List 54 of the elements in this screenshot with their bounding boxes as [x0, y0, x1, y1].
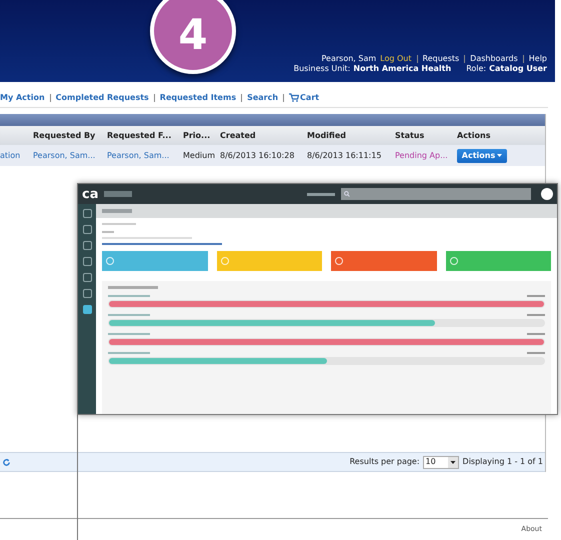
- column-header[interactable]: Actions: [457, 130, 545, 142]
- status-tile[interactable]: [446, 251, 551, 271]
- tile-icon: [106, 257, 114, 265]
- user-name: Pearson, Sam: [322, 54, 376, 64]
- column-header[interactable]: Requested By: [33, 130, 107, 142]
- nav-link[interactable]: Requested Items: [160, 92, 236, 104]
- header-link[interactable]: Dashboards: [470, 54, 518, 64]
- actions-button[interactable]: Actions: [457, 148, 507, 162]
- status-tile[interactable]: [331, 251, 436, 271]
- status-tile[interactable]: [102, 251, 208, 271]
- tile-icon: [220, 257, 228, 265]
- table-row[interactable]: ation Pearson, Sam... Pearson, Sam... Medium 8/6/2013 16:10:28 8/6/2013 16:11:15 Pending Ap... Actions: [0, 145, 545, 166]
- role-label: Role:: [466, 64, 486, 74]
- table-cell-text: ation: [0, 150, 22, 162]
- search-icon: [344, 191, 350, 197]
- logo: ca: [82, 188, 98, 200]
- business-unit-value: North America Health: [353, 64, 452, 74]
- column-header[interactable]: Requested F...: [107, 130, 183, 142]
- cart-icon: [289, 93, 300, 102]
- refresh-icon[interactable]: [2, 458, 11, 466]
- column-header[interactable]: Status: [395, 130, 457, 142]
- header-link-drawing: [307, 192, 335, 196]
- avatar[interactable]: [541, 188, 553, 200]
- page-title-drawing: [102, 209, 132, 213]
- dropdown-icon: [448, 456, 458, 468]
- panel-title-drawing: [108, 286, 158, 289]
- nav-link[interactable]: Completed Requests: [56, 92, 149, 104]
- logout-link[interactable]: Log Out: [380, 54, 412, 64]
- table-cell-text: Medium: [183, 150, 216, 162]
- column-header[interactable]: Modified: [307, 130, 395, 142]
- display-count: Displaying 1 - 1 of 1: [462, 456, 543, 468]
- column-header[interactable]: Prio...: [183, 130, 220, 142]
- nav-link[interactable]: Search: [247, 92, 278, 104]
- column-header[interactable]: Created: [220, 130, 307, 142]
- logo-subtitle-drawing: [104, 191, 132, 197]
- header-link[interactable]: Requests: [422, 54, 460, 64]
- search-field[interactable]: [341, 188, 531, 200]
- table-cell-text: Pending Ap...: [395, 150, 449, 162]
- nav-link[interactable]: My Action: [0, 92, 45, 104]
- nav-link[interactable]: Cart: [289, 92, 320, 104]
- table-cell-text: 8/6/2013 16:10:28: [220, 150, 296, 162]
- table-cell-text: 8/6/2013 16:11:15: [307, 150, 382, 162]
- business-unit-label: Business Unit:: [294, 64, 350, 74]
- table-cell-text: Pearson, Sam...: [107, 150, 170, 162]
- tile-icon: [450, 257, 458, 265]
- caret-icon: [497, 154, 502, 157]
- table-cell-text: Pearson, Sam...: [33, 150, 96, 162]
- header-link[interactable]: Help: [528, 54, 547, 64]
- role-value: Catalog User: [489, 64, 547, 74]
- page-size-select[interactable]: 10: [422, 456, 459, 468]
- results-per-page-label: Results per page:: [350, 456, 420, 468]
- status-tile[interactable]: [216, 251, 322, 271]
- tile-icon: [335, 257, 343, 265]
- add-icon[interactable]: [82, 305, 92, 314]
